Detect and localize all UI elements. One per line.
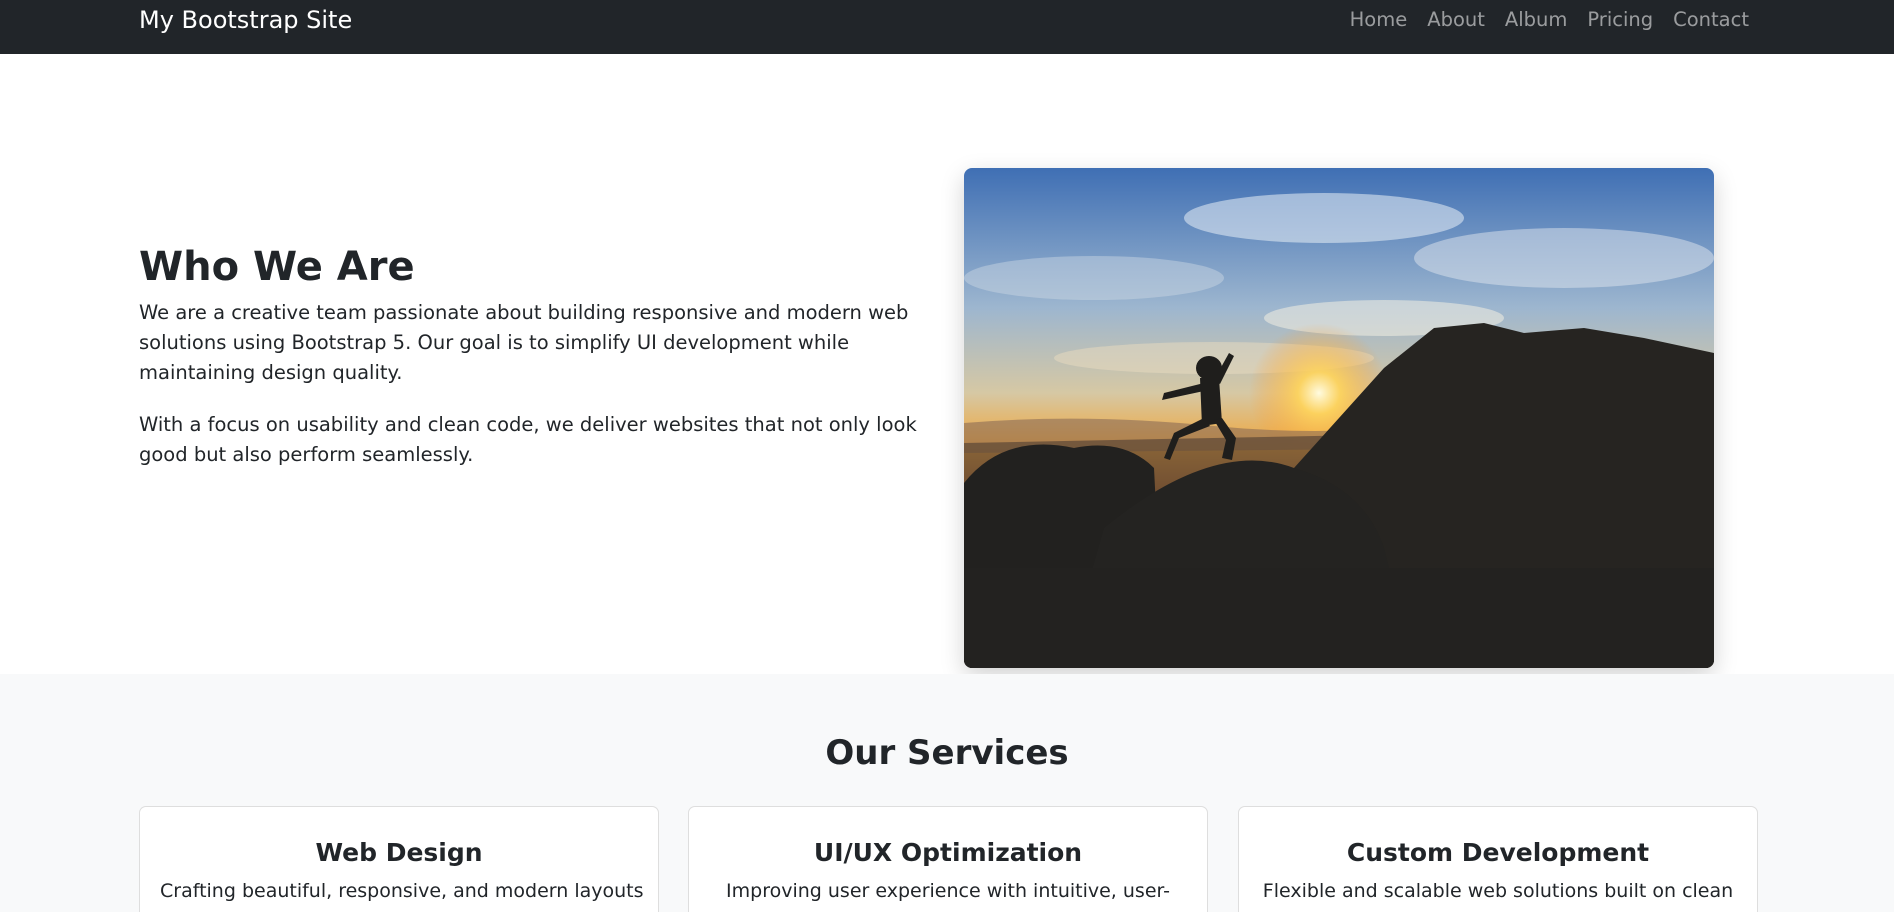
card-title: Custom Development (1346, 838, 1650, 867)
service-card-ui-ux: UI/UX Optimization Improving user experi… (688, 806, 1208, 912)
nav-link-album[interactable]: Album (1505, 8, 1568, 32)
nav-link-contact[interactable]: Contact (1673, 8, 1749, 32)
service-card-web-design: Web Design Crafting beautiful, responsiv… (139, 806, 659, 912)
nav-links: Home About Album Pricing Contact (1350, 8, 1749, 32)
nav-link-pricing[interactable]: Pricing (1587, 8, 1653, 32)
about-paragraph-2: With a focus on usability and clean code… (139, 413, 917, 466)
service-card-custom-development: Custom Development Flexible and scalable… (1238, 806, 1758, 912)
card-title: Web Design (315, 838, 483, 867)
card-title: UI/UX Optimization (813, 838, 1083, 867)
about-section: Who We Are We are a creative team passio… (0, 54, 1894, 674)
card-text: Flexible and scalable web solutions buil… (1262, 880, 1734, 902)
card-text: Improving user experience with intuitive… (726, 880, 1170, 902)
hero-image (964, 168, 1714, 668)
services-title: Our Services (825, 733, 1069, 773)
card-text: Crafting beautiful, responsive, and mode… (160, 880, 644, 902)
navbar: My Bootstrap Site Home About Album Prici… (0, 0, 1894, 54)
sunset-silhouette-image (964, 168, 1714, 668)
brand-link[interactable]: My Bootstrap Site (139, 5, 352, 35)
services-section: Our Services Web Design Crafting beautif… (0, 674, 1894, 912)
nav-link-home[interactable]: Home (1350, 8, 1408, 32)
nav-link-about[interactable]: About (1427, 8, 1485, 32)
about-title: Who We Are (139, 244, 415, 290)
about-paragraph-1: We are a creative team passionate about … (139, 301, 909, 384)
